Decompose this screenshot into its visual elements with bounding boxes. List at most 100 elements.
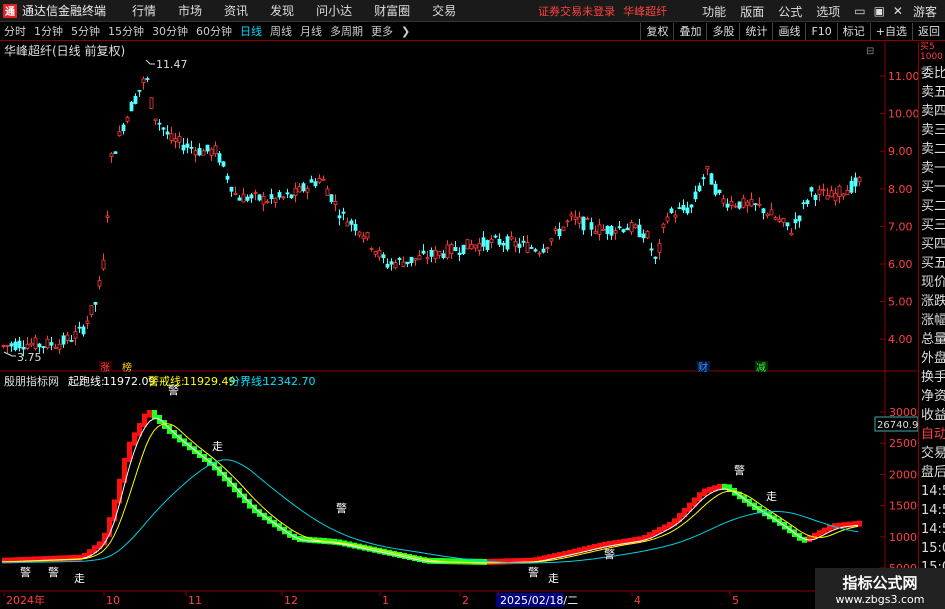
side-panel-item[interactable]: 卖三 xyxy=(919,121,945,140)
candle-body xyxy=(801,202,806,205)
candle-body xyxy=(497,239,502,245)
side-panel-item[interactable]: 交易 xyxy=(919,444,945,463)
candle-body xyxy=(133,96,138,104)
side-panel-item[interactable]: 换手 xyxy=(919,368,945,387)
candle-body xyxy=(105,215,110,219)
side-panel-item[interactable]: 卖二 xyxy=(919,140,945,159)
period-fenshi[interactable]: 分时 xyxy=(0,23,30,39)
side-panel-item[interactable]: 外盘 xyxy=(919,349,945,368)
candle-body xyxy=(617,226,622,229)
menu-faxian[interactable]: 发现 xyxy=(270,2,294,19)
indicator-name[interactable]: 殷朋指标网 xyxy=(4,374,59,388)
chevron-right-icon[interactable]: ❯ xyxy=(397,25,414,38)
add-watchlist-button[interactable]: +自选 xyxy=(869,23,912,40)
side-panel-item[interactable]: 收益 xyxy=(919,406,945,425)
period-weekly[interactable]: 周线 xyxy=(266,23,296,39)
candle-body xyxy=(393,262,398,269)
side-panel-item[interactable]: 卖五 xyxy=(919,83,945,102)
login-status[interactable]: 证券交易未登录 xyxy=(538,3,615,19)
candle-body xyxy=(97,280,102,287)
marker-cai[interactable]: 财 xyxy=(698,361,708,374)
stock-chart[interactable]: 华峰超纤(日线 前复权) ⊟ 11.00 10.00 9.00 8.00 7.00 6.0… xyxy=(0,42,918,609)
app-logo-icon: 通 xyxy=(3,3,17,18)
marker-bang[interactable]: 榜 xyxy=(122,361,132,374)
period-1min[interactable]: 1分钟 xyxy=(30,23,67,39)
candle-body xyxy=(637,224,642,238)
side-panel-item[interactable]: 买二 xyxy=(919,197,945,216)
period-60min[interactable]: 60分钟 xyxy=(192,23,236,39)
candle-body xyxy=(297,186,302,193)
candle-body xyxy=(309,179,314,183)
signal-label: 走 xyxy=(766,490,777,503)
price-tick-label: 4.00 xyxy=(888,333,913,346)
quote-side-panel: 买5 1000 委比 卖五 卖四 卖三 卖二 卖一 买一 买二 买三 买四 买五 现价 涨跌 涨幅 总量 外盘… xyxy=(918,42,945,609)
marker-zhang[interactable]: 涨 xyxy=(100,362,110,374)
candle-body xyxy=(677,207,682,210)
candle-body xyxy=(209,148,214,156)
panel-settings-icon[interactable]: ⊟ xyxy=(866,46,874,57)
side-panel-item[interactable]: 买三 xyxy=(919,216,945,235)
menu-jiaoyi[interactable]: 交易 xyxy=(432,2,456,19)
jingjie-label: 警戒线: xyxy=(148,374,185,388)
close-icon[interactable]: ✕ xyxy=(893,4,903,18)
multi-stock-button[interactable]: 多股 xyxy=(706,23,739,40)
side-panel-item[interactable]: 总量 xyxy=(919,330,945,349)
period-daily[interactable]: 日线 xyxy=(236,23,266,39)
period-more[interactable]: 更多 xyxy=(367,23,397,39)
draw-line-button[interactable]: 画线 xyxy=(772,23,805,40)
period-30min[interactable]: 30分钟 xyxy=(148,23,192,39)
menu-xuanxiang[interactable]: 选项 xyxy=(816,3,840,20)
stats-button[interactable]: 统计 xyxy=(739,23,772,40)
side-panel-item[interactable]: 14:57 xyxy=(919,520,945,539)
side-panel-item[interactable]: 盘后 xyxy=(919,463,945,482)
menu-gongneng[interactable]: 功能 xyxy=(702,3,726,20)
menu-gongshi[interactable]: 公式 xyxy=(778,3,802,20)
side-panel-item[interactable]: 卖四 xyxy=(919,102,945,121)
mark-button[interactable]: 标记 xyxy=(836,23,870,40)
side-panel-item[interactable]: 买四 xyxy=(919,235,945,254)
candle-body xyxy=(445,244,450,259)
candle-body xyxy=(849,180,854,193)
candle-body xyxy=(361,235,366,240)
minimize-icon[interactable]: ▭ xyxy=(854,4,865,18)
side-panel-item[interactable]: 14:56 xyxy=(919,501,945,520)
side-panel-item[interactable]: 涨幅 xyxy=(919,311,945,330)
fuquan-button[interactable]: 复权 xyxy=(640,23,673,40)
period-monthly[interactable]: 月线 xyxy=(296,23,326,39)
back-button[interactable]: 返回 xyxy=(912,23,945,40)
candle-body xyxy=(697,185,702,192)
side-panel-item[interactable]: 委比 xyxy=(919,64,945,83)
candle-body xyxy=(553,228,558,231)
candle-body xyxy=(845,190,850,196)
f10-button[interactable]: F10 xyxy=(805,23,836,40)
candle-body xyxy=(609,226,614,236)
candle-body xyxy=(709,173,714,185)
side-panel-item[interactable]: 14:56 xyxy=(919,482,945,501)
period-multi[interactable]: 多周期 xyxy=(326,23,367,39)
side-panel-item[interactable]: 现价 xyxy=(919,273,945,292)
overlay-button[interactable]: 叠加 xyxy=(673,23,706,40)
side-head-top: 买5 xyxy=(920,42,935,52)
side-panel-item[interactable]: 卖一 xyxy=(919,159,945,178)
menu-wenxiaoda[interactable]: 问小达 xyxy=(316,2,352,19)
side-panel-item[interactable]: 买一 xyxy=(919,178,945,197)
side-panel-item[interactable]: 15:00 xyxy=(919,539,945,558)
menu-shichang[interactable]: 市场 xyxy=(178,2,202,19)
candle-body xyxy=(813,194,818,201)
restore-icon[interactable]: ▣ xyxy=(874,4,885,18)
side-panel-item[interactable]: 净资 xyxy=(919,387,945,406)
side-panel-item[interactable]: 自动 xyxy=(919,425,945,444)
candle-body xyxy=(853,177,858,187)
side-panel-item[interactable]: 涨跌 xyxy=(919,292,945,311)
period-5min[interactable]: 5分钟 xyxy=(67,23,104,39)
period-15min[interactable]: 15分钟 xyxy=(104,23,148,39)
menu-banmian[interactable]: 版面 xyxy=(740,3,764,20)
menu-hangqing[interactable]: 行情 xyxy=(132,2,156,19)
signal-label: 警 xyxy=(604,547,615,561)
low-price-label: 3.75 xyxy=(17,351,42,364)
user-label[interactable]: 游客 xyxy=(913,3,937,20)
menu-caifuquan[interactable]: 财富圈 xyxy=(374,2,410,19)
side-panel-item[interactable]: 买五 xyxy=(919,254,945,273)
marker-jian[interactable]: 减 xyxy=(756,362,766,374)
menu-zixun[interactable]: 资讯 xyxy=(224,2,248,19)
